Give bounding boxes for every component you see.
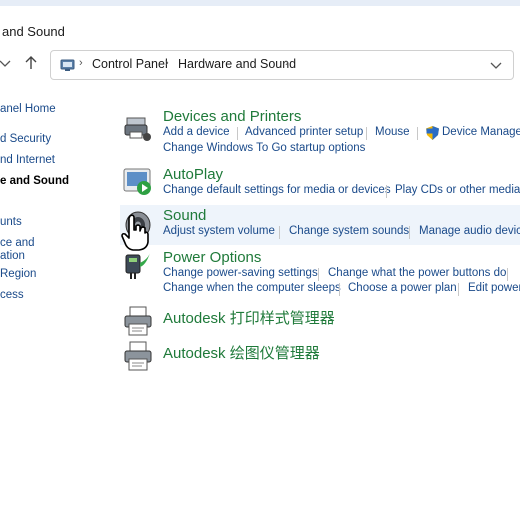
link-play-cds-or-other-media[interactable]: Play CDs or other media a bbox=[395, 184, 520, 196]
address-bar[interactable]: › Control Panel › Hardware and Sound › bbox=[50, 50, 514, 80]
breadcrumb-hardware-and-sound[interactable]: Hardware and Sound bbox=[178, 57, 296, 71]
breadcrumb-separator: › bbox=[79, 57, 83, 69]
link-separator bbox=[458, 283, 459, 296]
link-change-system-sounds[interactable]: Change system sounds bbox=[289, 225, 409, 237]
sidebar-item-system-and-security[interactable]: d Security bbox=[0, 133, 51, 145]
link-device-manager[interactable]: Device Manager bbox=[442, 126, 520, 138]
window-title: and Sound bbox=[2, 24, 65, 39]
link-change-windows-to-go-startup-options[interactable]: Change Windows To Go startup options bbox=[163, 142, 365, 154]
category-title-autodesk-plotter-manager[interactable]: Autodesk 绘图仪管理器 bbox=[163, 342, 320, 363]
link-separator bbox=[386, 185, 387, 198]
link-separator bbox=[366, 127, 367, 140]
category-title-power-options[interactable]: Power Options bbox=[163, 249, 261, 266]
category-title-autodesk-print-style-manager[interactable]: Autodesk 打印样式管理器 bbox=[163, 307, 335, 328]
link-manage-audio-devices[interactable]: Manage audio device bbox=[419, 225, 520, 237]
link-separator bbox=[409, 226, 410, 239]
control-panel-icon bbox=[60, 59, 75, 71]
breadcrumb-separator: › bbox=[165, 57, 169, 69]
link-choose-a-power-plan[interactable]: Choose a power plan bbox=[348, 282, 457, 294]
sidebar-item-appearance[interactable]: ce and bbox=[0, 237, 35, 249]
title-bar: and Sound bbox=[0, 6, 520, 42]
hand-cursor-icon bbox=[121, 214, 149, 251]
sidebar-item-ease-of-access[interactable]: cess bbox=[0, 289, 24, 301]
sidebar-item-control-panel-home[interactable]: anel Home bbox=[0, 103, 56, 115]
link-separator bbox=[339, 283, 340, 296]
devices-printers-icon bbox=[124, 117, 151, 141]
link-change-what-the-power-buttons-do[interactable]: Change what the power buttons do bbox=[328, 267, 506, 279]
uac-shield-icon bbox=[426, 126, 439, 140]
category-title-devices-and-printers[interactable]: Devices and Printers bbox=[163, 108, 301, 125]
category-title-autoplay[interactable]: AutoPlay bbox=[163, 166, 223, 183]
link-change-when-the-computer-sleeps[interactable]: Change when the computer sleeps bbox=[163, 282, 341, 294]
link-edit-power-plan[interactable]: Edit power bbox=[468, 282, 520, 294]
sidebar-item-personalization[interactable]: ation bbox=[0, 250, 25, 262]
power-options-icon bbox=[125, 253, 150, 279]
sidebar-item-user-accounts[interactable]: unts bbox=[0, 216, 22, 228]
link-adjust-system-volume[interactable]: Adjust system volume bbox=[163, 225, 275, 237]
link-separator bbox=[507, 268, 508, 281]
category-title-sound[interactable]: Sound bbox=[163, 207, 206, 224]
breadcrumb-separator: › bbox=[285, 57, 289, 69]
sidebar-item-network-and-internet[interactable]: nd Internet bbox=[0, 154, 55, 166]
sidebar-item-clock-and-region[interactable]: Region bbox=[0, 268, 36, 280]
chevron-down-icon[interactable] bbox=[489, 58, 503, 72]
up-arrow-icon[interactable] bbox=[22, 54, 40, 72]
breadcrumb-control-panel[interactable]: Control Panel bbox=[92, 57, 168, 71]
autoplay-icon bbox=[123, 168, 151, 195]
link-mouse[interactable]: Mouse bbox=[375, 126, 410, 138]
link-separator bbox=[237, 127, 238, 140]
link-change-default-settings-for-media-or-devices[interactable]: Change default settings for media or dev… bbox=[163, 184, 391, 196]
link-separator bbox=[318, 268, 319, 281]
link-advanced-printer-setup[interactable]: Advanced printer setup bbox=[245, 126, 363, 138]
link-add-a-device[interactable]: Add a device bbox=[163, 126, 230, 138]
link-separator bbox=[279, 226, 280, 239]
chevron-down-icon[interactable] bbox=[0, 55, 18, 73]
link-separator bbox=[417, 127, 418, 140]
plotter-manager-icon bbox=[124, 341, 152, 371]
link-change-power-saving-settings[interactable]: Change power-saving settings bbox=[163, 267, 318, 279]
sidebar-item-hardware-and-sound[interactable]: e and Sound bbox=[0, 175, 69, 187]
printer-style-manager-icon bbox=[124, 306, 152, 336]
